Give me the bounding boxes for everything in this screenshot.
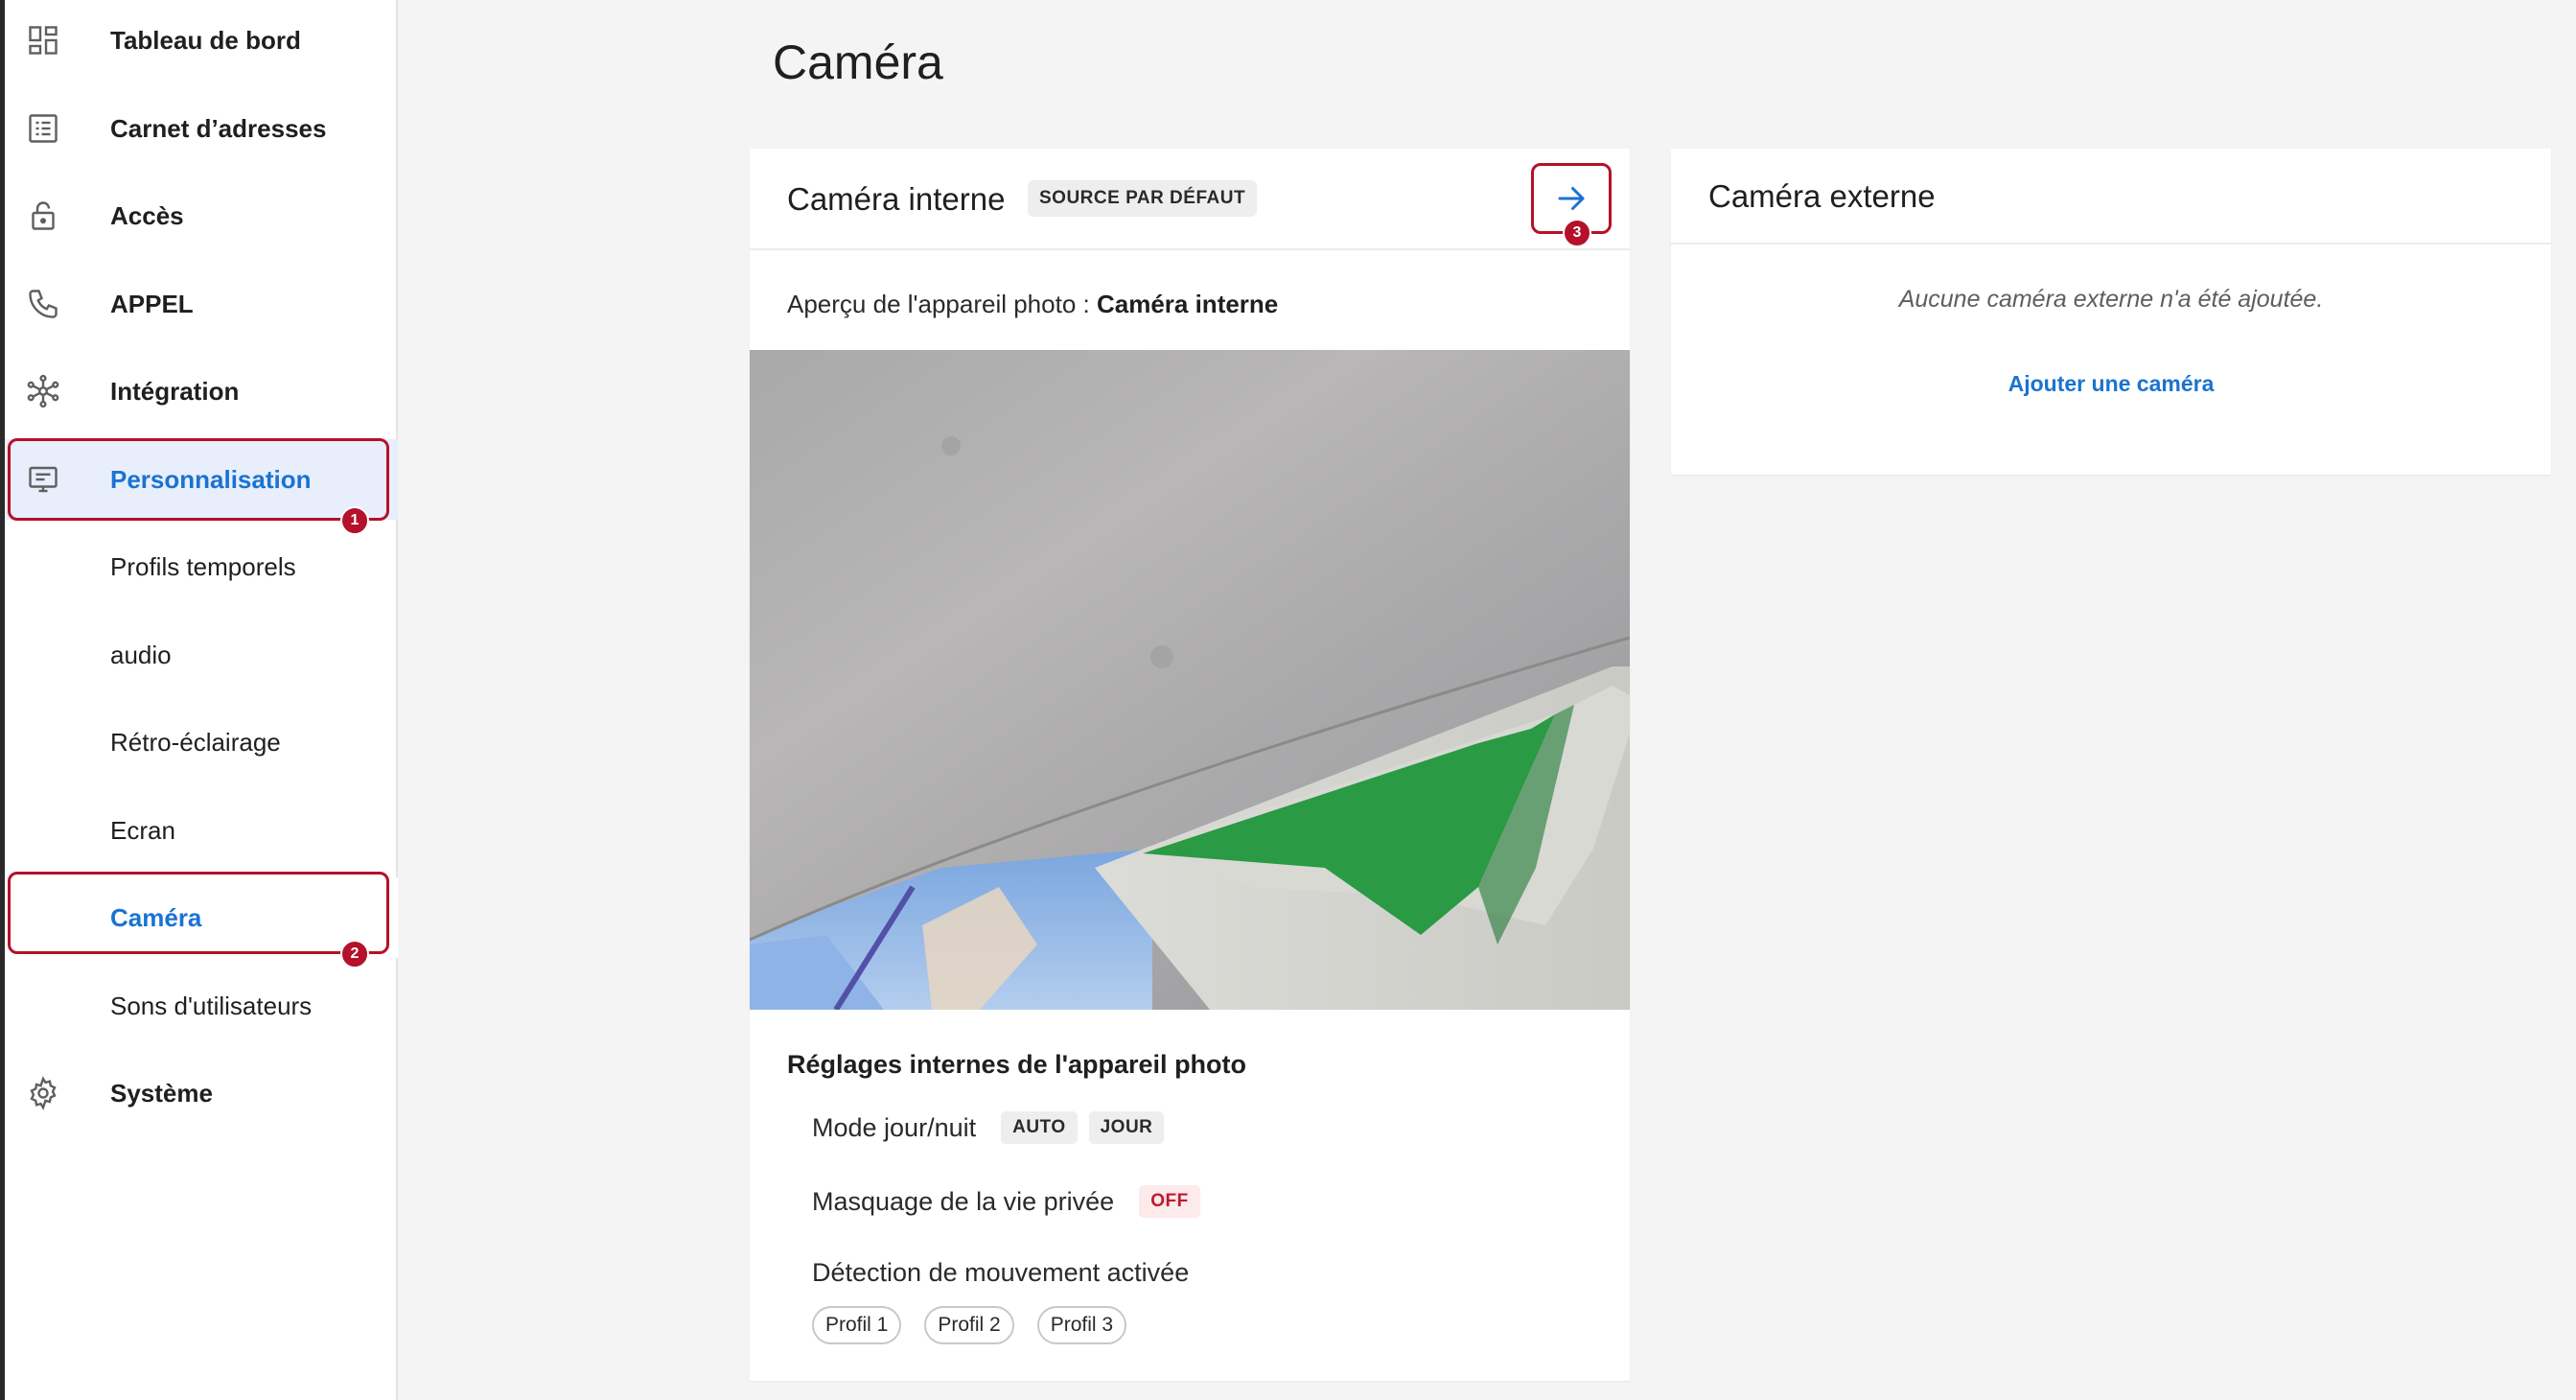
lock-icon xyxy=(24,197,62,235)
internal-camera-header: Caméra interne SOURCE PAR DÉFAUT 3 xyxy=(750,149,1630,250)
sidebar-item-label: Intégration xyxy=(110,376,240,406)
sidebar-item-label: Sons d'utilisateurs xyxy=(110,991,313,1020)
sidebar-item-label: APPEL xyxy=(110,289,194,318)
sidebar-item-integration[interactable]: Intégration xyxy=(5,351,398,432)
sidebar-item-label: Rétro-éclairage xyxy=(110,727,281,757)
address-book-icon xyxy=(24,109,62,148)
sidebar-item-audio[interactable]: audio xyxy=(5,615,398,695)
add-camera-link[interactable]: Ajouter une caméra xyxy=(1671,371,2551,397)
privacy-masking-status: OFF xyxy=(1139,1185,1200,1218)
sidebar-item-backlight[interactable]: Rétro-éclairage xyxy=(5,702,398,782)
default-source-badge: SOURCE PAR DÉFAUT xyxy=(1028,180,1258,217)
preview-prefix: Aperçu de l'appareil photo : xyxy=(787,290,1097,318)
sidebar-item-label: Tableau de bord xyxy=(110,25,301,55)
page-title: Caméra xyxy=(773,35,943,89)
privacy-masking-label: Masquage de la vie privée xyxy=(812,1186,1115,1216)
day-night-day-pill: JOUR xyxy=(1088,1111,1165,1144)
sidebar-item-address-book[interactable]: Carnet d’adresses xyxy=(5,88,398,169)
day-night-mode-row: Mode jour/nuit AUTO JOUR xyxy=(812,1111,1165,1144)
camera-preview-caption: Aperçu de l'appareil photo : Caméra inte… xyxy=(787,290,1278,319)
sidebar-item-time-profiles[interactable]: Profils temporels xyxy=(5,526,398,607)
highlight-camera xyxy=(8,872,389,954)
arrow-right-icon xyxy=(1554,181,1589,216)
step-badge-3: 3 xyxy=(1563,219,1591,247)
no-external-camera-message: Aucune caméra externe n'a été ajoutée. xyxy=(1898,286,2324,313)
sidebar-item-access[interactable]: Accès xyxy=(5,175,398,256)
day-night-mode-label: Mode jour/nuit xyxy=(812,1112,977,1142)
motion-profiles-row: Profil 1 Profil 2 Profil 3 xyxy=(812,1306,1149,1344)
phone-icon xyxy=(24,285,62,323)
sidebar-item-user-sounds[interactable]: Sons d'utilisateurs xyxy=(5,966,398,1046)
highlight-personalization xyxy=(8,438,389,521)
motion-detection-label: Détection de mouvement activée xyxy=(812,1258,1190,1287)
external-camera-title: Caméra externe xyxy=(1708,178,1936,214)
sidebar-item-call[interactable]: APPEL xyxy=(5,264,398,344)
internal-settings-title: Réglages internes de l'appareil photo xyxy=(787,1050,1247,1079)
gear-icon xyxy=(24,1074,62,1112)
dashboard-icon xyxy=(24,21,62,59)
sidebar-item-screen[interactable]: Ecran xyxy=(5,790,398,871)
profile-chip: Profil 3 xyxy=(1036,1306,1127,1344)
camera-preview-image xyxy=(750,350,1630,1010)
sidebar-item-label: audio xyxy=(110,640,172,669)
sidebar-item-label: Carnet d’adresses xyxy=(110,113,327,143)
sidebar-item-system[interactable]: Système xyxy=(5,1053,398,1133)
internal-camera-title: Caméra interne xyxy=(787,181,1006,217)
profile-chip: Profil 1 xyxy=(812,1306,902,1344)
step-badge-1: 1 xyxy=(340,506,369,535)
external-camera-header: Caméra externe xyxy=(1671,149,2551,245)
integration-icon xyxy=(24,372,62,410)
sidebar-item-dashboard[interactable]: Tableau de bord xyxy=(5,0,398,81)
preview-source: Caméra interne xyxy=(1096,290,1279,318)
sidebar-item-label: Ecran xyxy=(110,815,175,845)
privacy-masking-row: Masquage de la vie privée OFF xyxy=(812,1185,1200,1218)
motion-detection-row: Détection de mouvement activée xyxy=(812,1258,1189,1288)
external-camera-card: Caméra externe Aucune caméra externe n'a… xyxy=(1671,149,2551,475)
sidebar-item-label: Système xyxy=(110,1078,213,1108)
step-badge-2: 2 xyxy=(340,940,369,968)
internal-camera-card: Caméra interne SOURCE PAR DÉFAUT 3 Aperç… xyxy=(750,149,1630,1381)
day-night-auto-pill: AUTO xyxy=(1001,1111,1078,1144)
sidebar-item-label: Profils temporels xyxy=(110,551,296,581)
profile-chip: Profil 2 xyxy=(924,1306,1014,1344)
sidebar: Tableau de bord Carnet d’adresses Accès xyxy=(0,0,398,1400)
sidebar-item-label: Accès xyxy=(110,200,184,230)
